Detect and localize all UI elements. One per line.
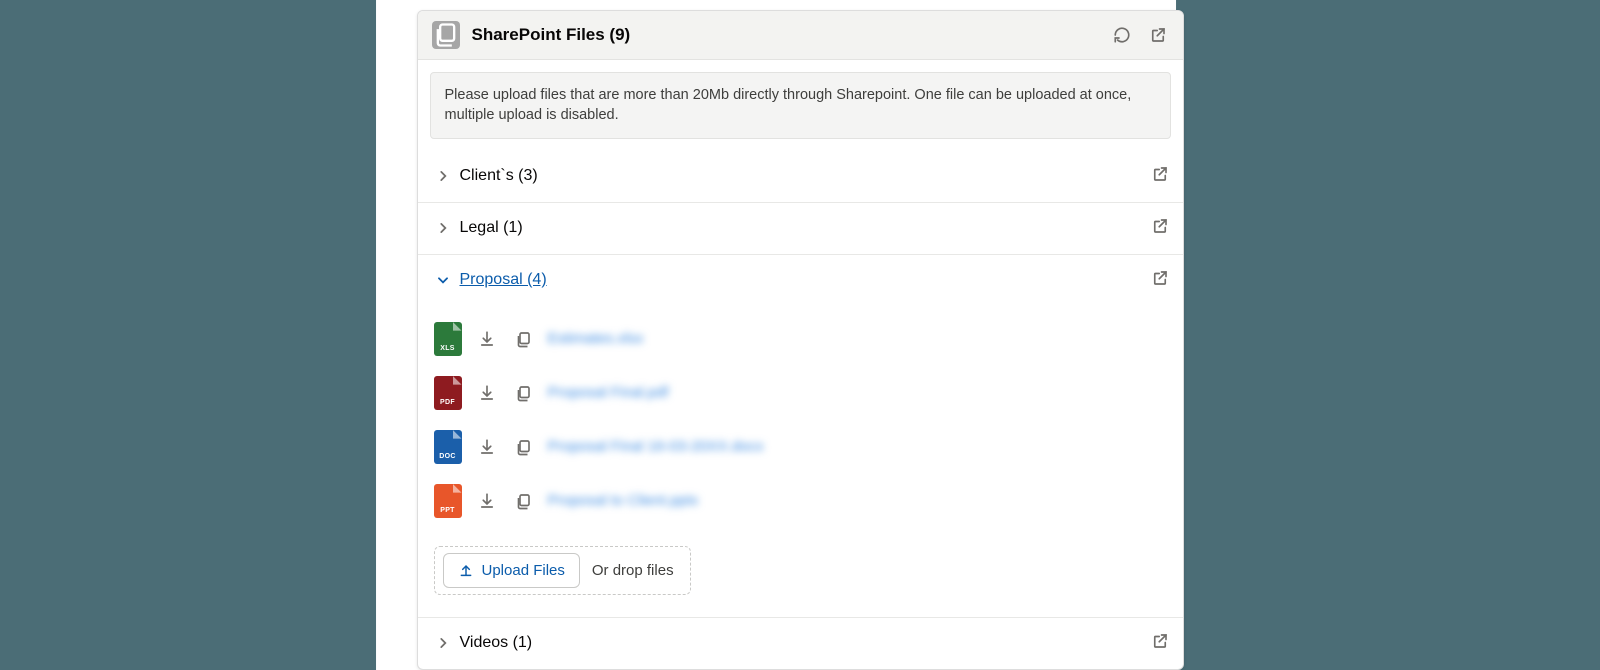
download-file-button[interactable] bbox=[476, 328, 498, 350]
chevron-down-icon[interactable] bbox=[432, 269, 454, 291]
folder-label: Videos (1) bbox=[460, 634, 1151, 652]
file-row: PPT Proposal to Client.pptx bbox=[430, 474, 1171, 528]
refresh-button[interactable] bbox=[1111, 24, 1133, 46]
share-folder-button[interactable] bbox=[1151, 632, 1169, 655]
upload-files-button[interactable]: Upload Files bbox=[443, 553, 580, 588]
file-name[interactable]: Proposal Final.pdf bbox=[548, 384, 669, 401]
upload-drop-zone[interactable]: Upload Files Or drop files bbox=[434, 546, 691, 595]
file-type-xls-icon: XLS bbox=[434, 322, 462, 356]
copy-file-button[interactable] bbox=[512, 382, 534, 404]
download-file-button[interactable] bbox=[476, 382, 498, 404]
folder-row-proposal[interactable]: Proposal (4) bbox=[418, 255, 1183, 306]
file-row: PDF Proposal Final.pdf bbox=[430, 366, 1171, 420]
file-name[interactable]: Estimates.xlsx bbox=[548, 330, 644, 347]
file-row: XLS Estimates.xlsx bbox=[430, 312, 1171, 366]
download-file-button[interactable] bbox=[476, 436, 498, 458]
folder-row-legal[interactable]: Legal (1) bbox=[418, 203, 1183, 255]
upload-notice: Please upload files that are more than 2… bbox=[430, 72, 1171, 139]
file-type-ppt-icon: PPT bbox=[434, 484, 462, 518]
chevron-right-icon[interactable] bbox=[432, 632, 454, 654]
file-row: DOC Proposal Final 16-03-20XX.docx bbox=[430, 420, 1171, 474]
files-area: XLS Estimates.xlsx PDF Proposal Final.pd… bbox=[418, 306, 1183, 618]
drop-hint: Or drop files bbox=[592, 562, 682, 579]
folder-row-videos[interactable]: Videos (1) bbox=[418, 618, 1183, 669]
sharepoint-files-panel: SharePoint Files (9) Please upload files… bbox=[417, 10, 1184, 670]
share-folder-button[interactable] bbox=[1151, 165, 1169, 188]
file-name[interactable]: Proposal Final 16-03-20XX.docx bbox=[548, 438, 764, 455]
header-actions bbox=[1111, 24, 1169, 46]
upload-icon bbox=[458, 562, 474, 578]
open-external-button[interactable] bbox=[1147, 24, 1169, 46]
panel-title: SharePoint Files (9) bbox=[472, 25, 1111, 45]
copy-file-button[interactable] bbox=[512, 328, 534, 350]
folder-label: Proposal (4) bbox=[460, 271, 1151, 289]
share-folder-button[interactable] bbox=[1151, 269, 1169, 292]
folder-row-clients[interactable]: Client`s (3) bbox=[418, 151, 1183, 203]
folder-label: Legal (1) bbox=[460, 219, 1151, 237]
files-icon bbox=[432, 21, 460, 49]
file-name[interactable]: Proposal to Client.pptx bbox=[548, 492, 699, 509]
chevron-right-icon[interactable] bbox=[432, 217, 454, 239]
folder-label: Client`s (3) bbox=[460, 167, 1151, 185]
copy-file-button[interactable] bbox=[512, 436, 534, 458]
panel-header: SharePoint Files (9) bbox=[418, 11, 1183, 60]
upload-button-label: Upload Files bbox=[482, 562, 565, 579]
chevron-right-icon[interactable] bbox=[432, 165, 454, 187]
download-file-button[interactable] bbox=[476, 490, 498, 512]
share-folder-button[interactable] bbox=[1151, 217, 1169, 240]
file-type-doc-icon: DOC bbox=[434, 430, 462, 464]
file-type-pdf-icon: PDF bbox=[434, 376, 462, 410]
copy-file-button[interactable] bbox=[512, 490, 534, 512]
